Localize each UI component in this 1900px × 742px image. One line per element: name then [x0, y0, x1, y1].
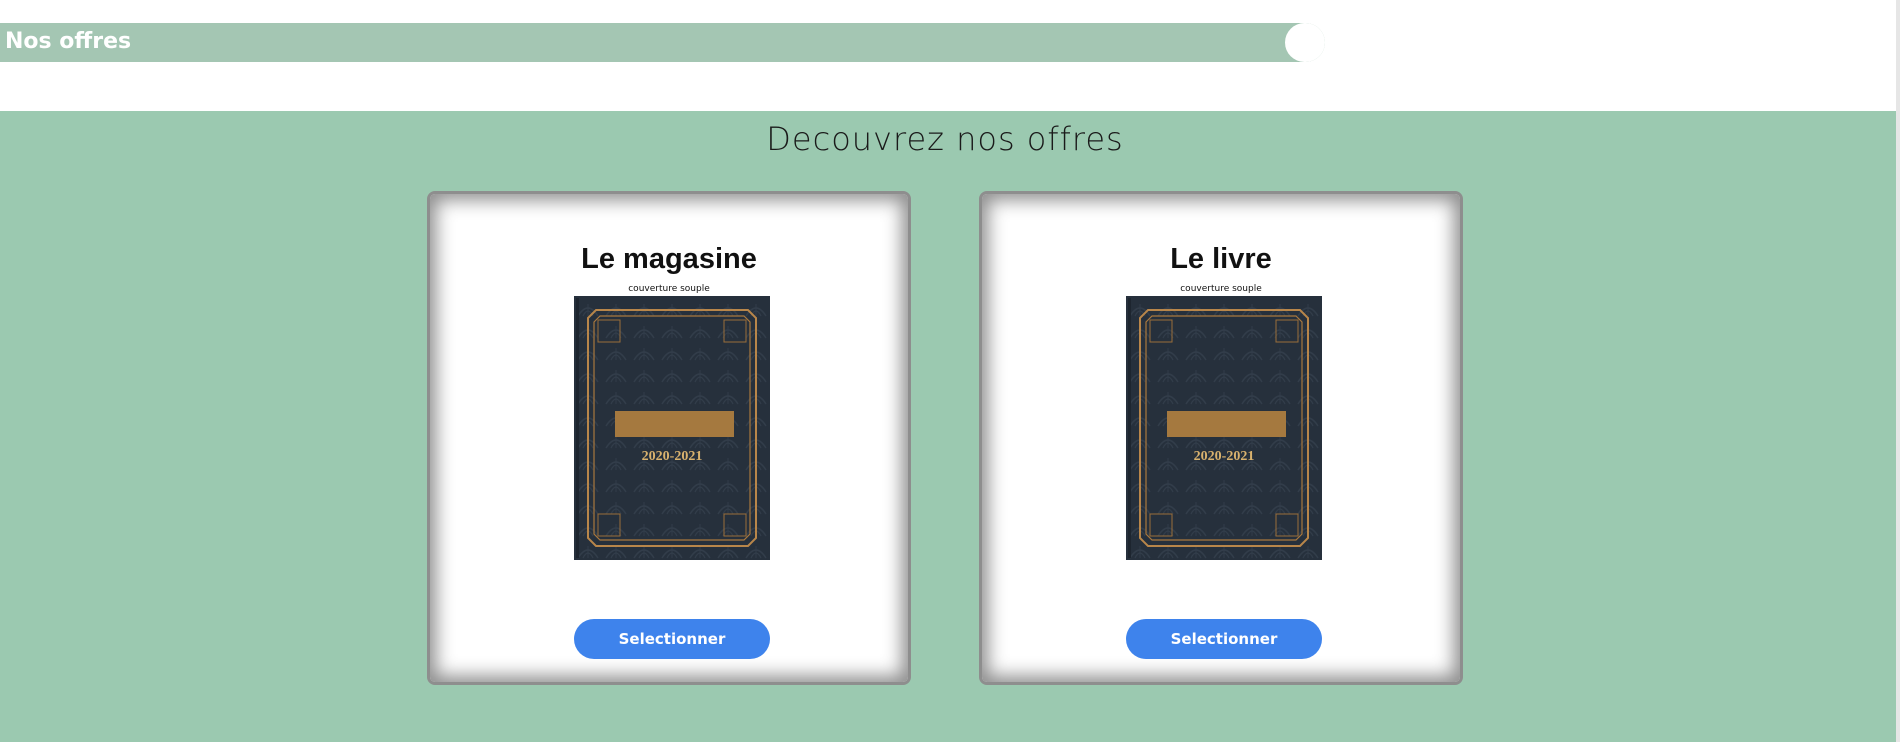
page-title: Nos offres: [5, 29, 132, 54]
offers-section: Decouvrez nos offres Le magasine couvert…: [0, 111, 1896, 742]
cover-image: 2020-2021: [574, 296, 770, 560]
offer-title: Le livre: [1170, 243, 1272, 275]
offer-card-magazine: Le magasine couverture souple 2020-2021 …: [427, 191, 911, 685]
header-bar: Nos offres: [0, 23, 1325, 62]
offer-card-book: Le livre couverture souple 2020-2021 Sel…: [979, 191, 1463, 685]
offer-subtitle: couverture souple: [1180, 284, 1262, 294]
section-title: Decouvrez nos offres: [766, 120, 1124, 158]
select-button-magazine[interactable]: Selectionner: [574, 619, 770, 659]
cover-image: 2020-2021: [1126, 296, 1322, 560]
cover-text: 2020-2021: [642, 449, 703, 464]
header-bar-end-cap: [1285, 23, 1325, 62]
cover-text: 2020-2021: [1194, 449, 1255, 464]
offer-subtitle: couverture souple: [628, 284, 710, 294]
offer-title: Le magasine: [581, 243, 757, 275]
scrollbar[interactable]: [1896, 0, 1900, 742]
select-button-book[interactable]: Selectionner: [1126, 619, 1322, 659]
page: Nos offres Decouvrez nos offres Le magas…: [0, 0, 1900, 742]
